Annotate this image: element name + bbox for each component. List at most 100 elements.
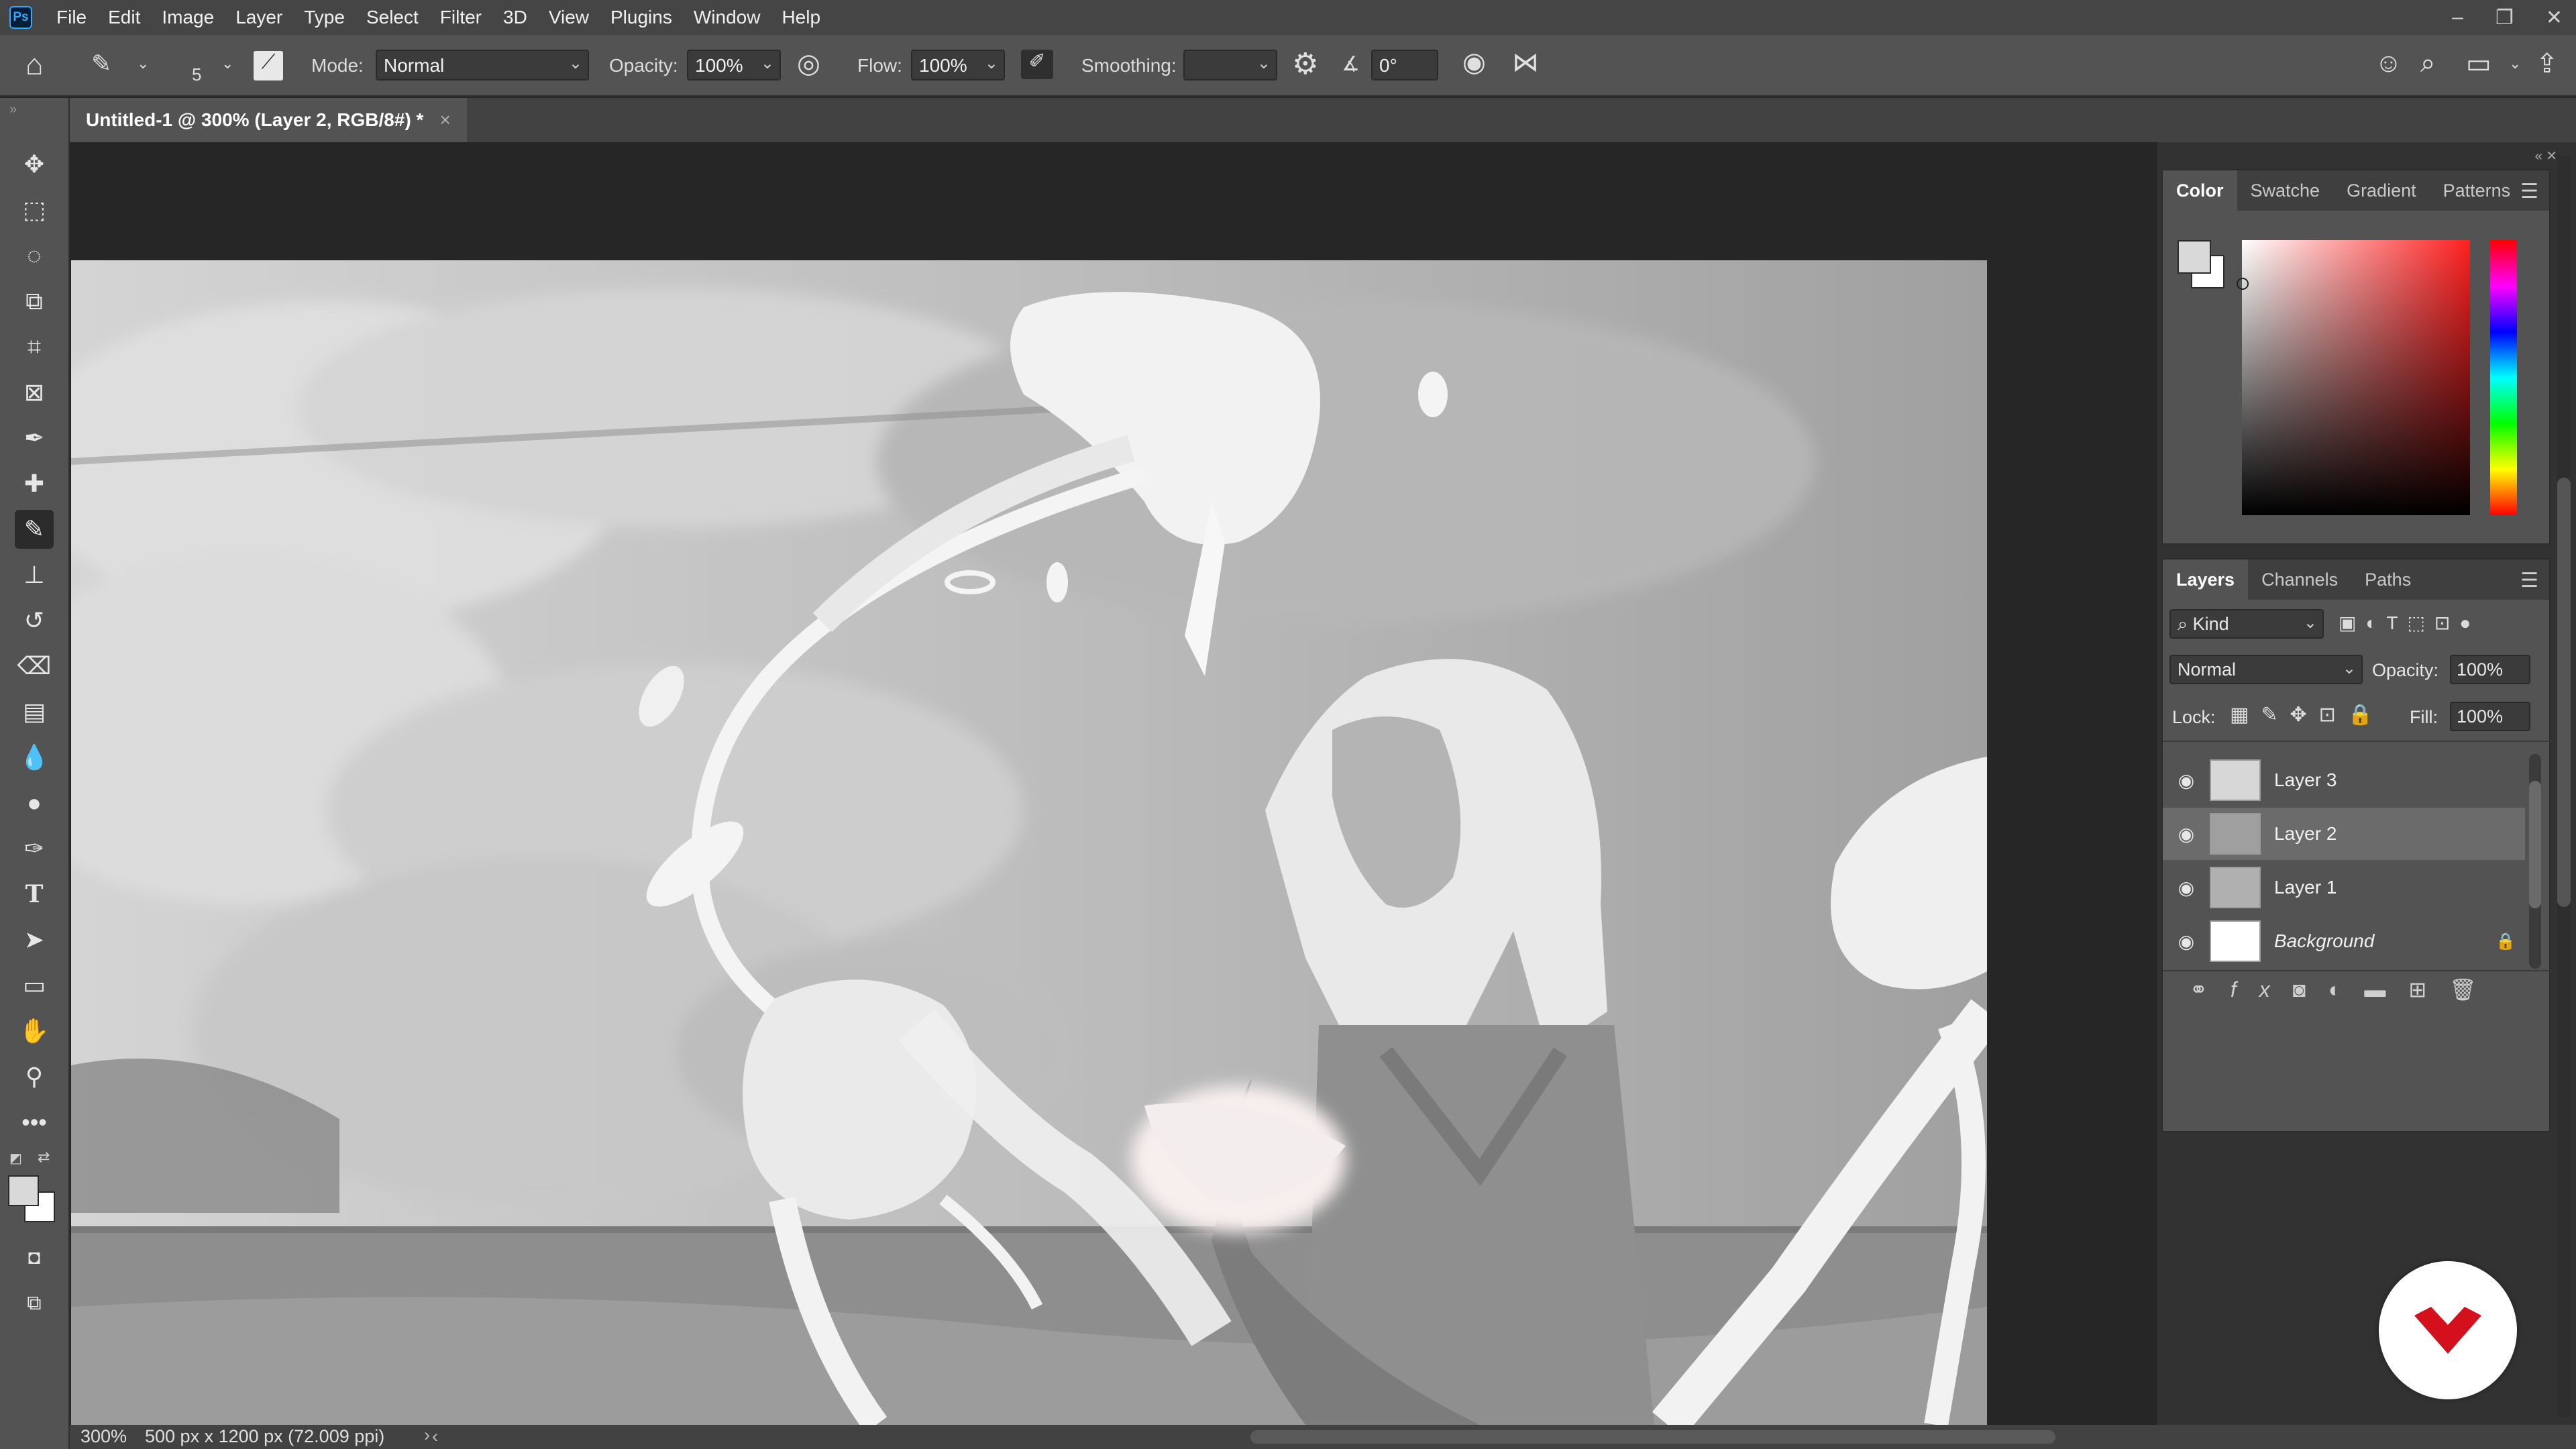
hand-tool-icon[interactable]: ✋: [15, 1012, 54, 1051]
tab-gradients[interactable]: Gradient: [2333, 170, 2430, 211]
close-tab-icon[interactable]: ×: [439, 109, 450, 131]
tab-layers[interactable]: Layers: [2163, 559, 2249, 600]
layer-row-layer-2[interactable]: ◉ Layer 2: [2163, 808, 2525, 860]
status-arrow-icon[interactable]: ›: [424, 1425, 430, 1446]
menu-edit[interactable]: Edit: [97, 7, 151, 28]
trash-icon[interactable]: 🗑: [2449, 977, 2500, 1002]
tab-paths[interactable]: Paths: [2351, 559, 2424, 600]
object-selection-tool-icon[interactable]: ⧉: [15, 282, 54, 321]
move-tool-icon[interactable]: ✥: [15, 145, 54, 184]
new-layer-icon[interactable]: ⊞: [2408, 977, 2449, 1002]
layer-filter-select[interactable]: ⌕ Kind ⌄: [2169, 609, 2324, 639]
home-icon[interactable]: ⌂: [25, 48, 44, 82]
dodge-tool-icon[interactable]: ●: [15, 784, 54, 822]
menu-type[interactable]: Type: [293, 7, 356, 28]
tab-color[interactable]: Color: [2163, 170, 2237, 211]
layer-row-background[interactable]: ◉ Background 🔒: [2163, 915, 2525, 967]
path-selection-tool-icon[interactable]: ➤: [15, 920, 54, 959]
smoothing-input[interactable]: ⌄: [1183, 50, 1277, 80]
zoom-level[interactable]: 300%: [80, 1426, 127, 1447]
eyedropper-tool-icon[interactable]: ✒: [15, 419, 54, 458]
dock-scrollbar[interactable]: [2557, 156, 2571, 1417]
screen-mode-icon[interactable]: ⧉: [15, 1284, 54, 1323]
close-window-icon[interactable]: ✕: [2546, 6, 2563, 30]
scroll-left-icon[interactable]: ‹: [432, 1426, 438, 1447]
chevron-down-icon[interactable]: ⌄: [137, 55, 149, 72]
opacity-input[interactable]: 100% ⌄: [687, 50, 781, 80]
color-field[interactable]: [2237, 240, 2470, 515]
pen-tool-icon[interactable]: ✑: [15, 829, 54, 868]
rectangle-tool-icon[interactable]: ▭: [15, 966, 54, 1005]
layer-filter-icons[interactable]: ▣◐T⬚⊡●: [2339, 612, 2480, 634]
collapse-panels-icon[interactable]: « ✕: [2535, 148, 2557, 164]
menu-file[interactable]: File: [46, 7, 97, 28]
pressure-opacity-icon[interactable]: ◎: [797, 48, 820, 79]
document-info[interactable]: 500 px x 1200 px (72.009 ppi): [145, 1426, 384, 1447]
airbrush-icon[interactable]: ✐: [1021, 50, 1053, 79]
pressure-size-icon[interactable]: ◉: [1462, 47, 1486, 78]
share-icon[interactable]: ⇪: [2536, 48, 2559, 79]
default-colors-icon[interactable]: ◩: [9, 1150, 22, 1167]
menu-window[interactable]: Window: [683, 7, 771, 28]
foreground-color-swatch[interactable]: [2178, 240, 2211, 274]
brush-tool-icon[interactable]: ✎: [15, 510, 54, 549]
document-tab[interactable]: Untitled-1 @ 300% (Layer 2, RGB/8#) * ×: [70, 98, 467, 142]
brush-size-chevron-icon[interactable]: ⌄: [221, 55, 233, 72]
layer-opacity-input[interactable]: 100%: [2450, 655, 2530, 684]
layers-scrollbar[interactable]: [2529, 754, 2541, 969]
gear-icon[interactable]: ⚙: [1292, 47, 1318, 81]
tab-swatches[interactable]: Swatche: [2237, 170, 2334, 211]
eye-icon[interactable]: ◉: [2163, 769, 2210, 792]
minimize-icon[interactable]: –: [2452, 6, 2463, 29]
menu-image[interactable]: Image: [151, 7, 225, 28]
layer-row-layer-1[interactable]: ◉ Layer 1: [2163, 861, 2525, 914]
menu-plugins[interactable]: Plugins: [600, 7, 683, 28]
collapse-toolbar-icon[interactable]: »: [9, 102, 17, 117]
hue-slider[interactable]: [2490, 240, 2517, 515]
lock-icons[interactable]: ▦✎✥⊡🔒: [2230, 703, 2385, 727]
tab-channels[interactable]: Channels: [2248, 559, 2351, 600]
layer-name[interactable]: Layer 2: [2274, 823, 2337, 845]
angle-input[interactable]: 0°: [1371, 50, 1438, 80]
gradient-tool-icon[interactable]: ▤: [15, 692, 54, 731]
color-picker-cursor[interactable]: [2237, 278, 2249, 290]
layer-row-layer-3[interactable]: ◉ Layer 3: [2163, 754, 2525, 806]
more-tools-icon[interactable]: •••: [15, 1103, 54, 1142]
clone-stamp-tool-icon[interactable]: ⊥: [15, 555, 54, 594]
tab-patterns[interactable]: Patterns: [2430, 170, 2524, 211]
adjustment-layer-icon[interactable]: ◐: [2328, 977, 2364, 1002]
new-group-icon[interactable]: ▬: [2364, 977, 2408, 1002]
eye-icon[interactable]: ◉: [2163, 823, 2210, 845]
restore-icon[interactable]: ❐: [2496, 6, 2514, 30]
history-brush-tool-icon[interactable]: ↺: [15, 601, 54, 640]
blend-mode-select[interactable]: Normal ⌄: [2169, 655, 2363, 684]
add-mask-icon[interactable]: ◙: [2293, 977, 2328, 1002]
symmetry-icon[interactable]: ⋈: [1512, 47, 1539, 78]
share-user-icon[interactable]: ☺: [2375, 48, 2402, 78]
foreground-color-swatch[interactable]: [8, 1175, 39, 1206]
menu-filter[interactable]: Filter: [429, 7, 492, 28]
menu-3d[interactable]: 3D: [492, 7, 538, 28]
layer-name[interactable]: Background: [2274, 930, 2496, 952]
link-layers-icon[interactable]: ⚭: [2190, 977, 2231, 1002]
brush-settings-icon[interactable]: ⟋: [254, 51, 283, 80]
eraser-tool-icon[interactable]: ⌫: [15, 647, 54, 686]
flow-input[interactable]: 100% ⌄: [911, 50, 1005, 80]
layer-name[interactable]: Layer 1: [2274, 877, 2337, 898]
layer-name[interactable]: Layer 3: [2274, 769, 2337, 791]
type-tool-icon[interactable]: T: [15, 875, 54, 914]
frame-tool-icon[interactable]: ⊠: [15, 373, 54, 412]
horizontal-scrollbar[interactable]: [1250, 1430, 2055, 1444]
eye-icon[interactable]: ◉: [2163, 877, 2210, 899]
search-icon[interactable]: ⌕: [2420, 48, 2435, 78]
healing-brush-tool-icon[interactable]: ✚: [15, 464, 54, 503]
menu-view[interactable]: View: [538, 7, 600, 28]
zoom-tool-icon[interactable]: ⚲: [15, 1057, 54, 1096]
fx-icon[interactable]: fx: [2231, 977, 2293, 1002]
menu-layer[interactable]: Layer: [225, 7, 293, 28]
blur-tool-icon[interactable]: 💧: [15, 738, 54, 777]
brush-preset-icon[interactable]: ✎: [91, 50, 111, 78]
marquee-tool-icon[interactable]: ⬚: [15, 191, 54, 229]
swap-colors-icon[interactable]: ⇄: [38, 1148, 50, 1166]
menu-help[interactable]: Help: [771, 7, 831, 28]
